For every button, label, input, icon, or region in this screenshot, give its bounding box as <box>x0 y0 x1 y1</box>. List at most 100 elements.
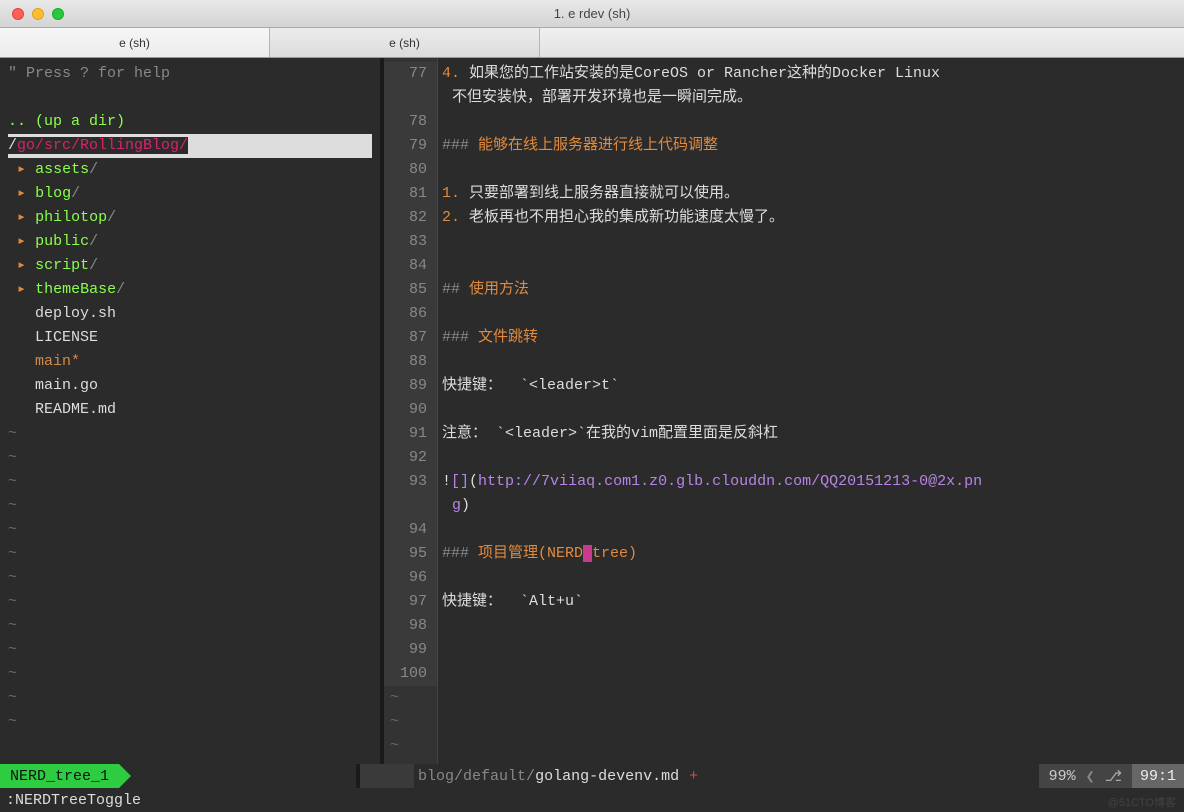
line-number: 90 <box>384 398 437 422</box>
modified-icon: + <box>689 768 698 785</box>
editor-line[interactable] <box>442 614 1178 638</box>
editor-pane[interactable]: 4. 如果您的工作站安装的是CoreOS or Rancher这种的Docker… <box>438 58 1184 764</box>
nerdtree-item[interactable]: ▸ blog/ <box>8 182 372 206</box>
editor-line[interactable]: ### 能够在线上服务器进行线上代码调整 <box>442 134 1178 158</box>
line-number: 84 <box>384 254 437 278</box>
line-number: 82 <box>384 206 437 230</box>
editor-line[interactable] <box>442 638 1178 662</box>
editor-line[interactable] <box>442 302 1178 326</box>
nerdtree-item[interactable]: ▸ script/ <box>8 254 372 278</box>
editor-line[interactable] <box>442 446 1178 470</box>
status-filename: golang-devenv.md <box>535 768 679 785</box>
empty-line-tilde: ~ <box>8 662 372 686</box>
editor-line[interactable] <box>442 110 1178 134</box>
tab-1[interactable]: e (sh) <box>0 28 270 57</box>
line-number: 77 <box>384 62 437 86</box>
line-number: 92 <box>384 446 437 470</box>
empty-line-tilde: ~ <box>8 686 372 710</box>
editor-line[interactable]: ### 项目管理(NERD tree) <box>442 542 1178 566</box>
line-number-cont <box>384 494 437 518</box>
line-number: 99 <box>384 638 437 662</box>
dir-name: philotop <box>35 209 107 226</box>
nerdtree-help: " Press ? for help <box>8 62 372 86</box>
line-number: 80 <box>384 158 437 182</box>
nerdtree-item[interactable]: ▸ themeBase/ <box>8 278 372 302</box>
editor-line[interactable]: ### 文件跳转 <box>442 326 1178 350</box>
editor-line[interactable]: 注意： `<leader>`在我的vim配置里面是反斜杠 <box>442 422 1178 446</box>
editor-line[interactable] <box>442 518 1178 542</box>
editor-line-continuation[interactable]: 不但安装快，部署开发环境也是一瞬间完成。 <box>442 86 1178 110</box>
vim-cmdline[interactable]: :NERDTreeToggle <box>0 788 1184 812</box>
nerdtree-root[interactable]: /go/src/RollingBlog/ <box>8 134 372 158</box>
status-position: 99:1 <box>1132 764 1184 788</box>
editor-line[interactable]: 2. 老板再也不用担心我的集成新功能速度太慢了。 <box>442 206 1178 230</box>
line-number: 95 <box>384 542 437 566</box>
file-name: deploy.sh <box>35 305 116 322</box>
nerdtree-item[interactable]: main.go <box>8 374 372 398</box>
titlebar: 1. e rdev (sh) <box>0 0 1184 28</box>
line-number: 89 <box>384 374 437 398</box>
line-number: 87 <box>384 326 437 350</box>
minimize-icon[interactable] <box>32 8 44 20</box>
line-number: 86 <box>384 302 437 326</box>
editor-line[interactable] <box>442 662 1178 686</box>
nerdtree-item[interactable]: ▸ public/ <box>8 230 372 254</box>
empty-line-tilde: ~ <box>8 614 372 638</box>
editor-line[interactable] <box>442 566 1178 590</box>
dir-name: assets <box>35 161 89 178</box>
line-number-cont <box>384 86 437 110</box>
editor-line[interactable]: 快捷键： `<leader>t` <box>442 374 1178 398</box>
editor-line-continuation[interactable]: g) <box>442 494 1178 518</box>
line-number: 94 <box>384 518 437 542</box>
empty-line-tilde: ~ <box>8 518 372 542</box>
nerdtree-item[interactable]: README.md <box>8 398 372 422</box>
window-title: 1. e rdev (sh) <box>554 6 631 21</box>
editor-line[interactable] <box>442 398 1178 422</box>
file-name: main.go <box>35 377 98 394</box>
empty-line-tilde: ~ <box>8 710 372 734</box>
editor-line[interactable]: 快捷键： `Alt+u` <box>442 590 1178 614</box>
empty-line-tilde: ~ <box>8 566 372 590</box>
empty-line-tilde: ~ <box>384 686 437 710</box>
line-number: 88 <box>384 350 437 374</box>
folder-collapsed-icon: ▸ <box>17 209 26 226</box>
editor-line[interactable]: 1. 只要部署到线上服务器直接就可以使用。 <box>442 182 1178 206</box>
dir-name: blog <box>35 185 71 202</box>
editor-line[interactable]: ![](http://7viiaq.com1.z0.glb.clouddn.co… <box>442 470 1178 494</box>
line-number: 93 <box>384 470 437 494</box>
dir-name: public <box>35 233 89 250</box>
empty-line-tilde: ~ <box>384 734 437 758</box>
maximize-icon[interactable] <box>52 8 64 20</box>
editor-line[interactable]: 4. 如果您的工作站安装的是CoreOS or Rancher这种的Docker… <box>442 62 1178 86</box>
line-number: 85 <box>384 278 437 302</box>
empty-line-tilde: ~ <box>8 446 372 470</box>
nerdtree-item[interactable]: LICENSE <box>8 326 372 350</box>
editor-line[interactable] <box>442 350 1178 374</box>
nerdtree-item[interactable]: ▸ assets/ <box>8 158 372 182</box>
close-icon[interactable] <box>12 8 24 20</box>
watermark: @51CTO博客 <box>1108 794 1176 810</box>
status-file: blog/default/golang-devenv.md + <box>414 764 698 788</box>
editor-line[interactable] <box>442 254 1178 278</box>
line-number: 96 <box>384 566 437 590</box>
line-number: 98 <box>384 614 437 638</box>
empty-line-tilde: ~ <box>8 542 372 566</box>
nerdtree-updir[interactable]: .. (up a dir) <box>8 110 372 134</box>
status-percent: 99% <box>1049 768 1076 785</box>
folder-collapsed-icon: ▸ <box>17 257 26 274</box>
editor-line[interactable]: ## 使用方法 <box>442 278 1178 302</box>
editor-line[interactable] <box>442 158 1178 182</box>
line-number: 91 <box>384 422 437 446</box>
editor-line[interactable] <box>442 230 1178 254</box>
nerdtree-sidebar[interactable]: " Press ? for help .. (up a dir) /go/src… <box>0 58 380 764</box>
dir-name: themeBase <box>35 281 116 298</box>
file-name: main* <box>35 353 80 370</box>
nerdtree-item[interactable]: main* <box>8 350 372 374</box>
nerdtree-item[interactable]: ▸ philotop/ <box>8 206 372 230</box>
empty-line-tilde: ~ <box>8 422 372 446</box>
empty-line-tilde: ~ <box>8 494 372 518</box>
line-number: 100 <box>384 662 437 686</box>
branch-icon: ⎇ <box>1105 767 1122 786</box>
tab-2[interactable]: e (sh) <box>270 28 540 57</box>
nerdtree-item[interactable]: deploy.sh <box>8 302 372 326</box>
